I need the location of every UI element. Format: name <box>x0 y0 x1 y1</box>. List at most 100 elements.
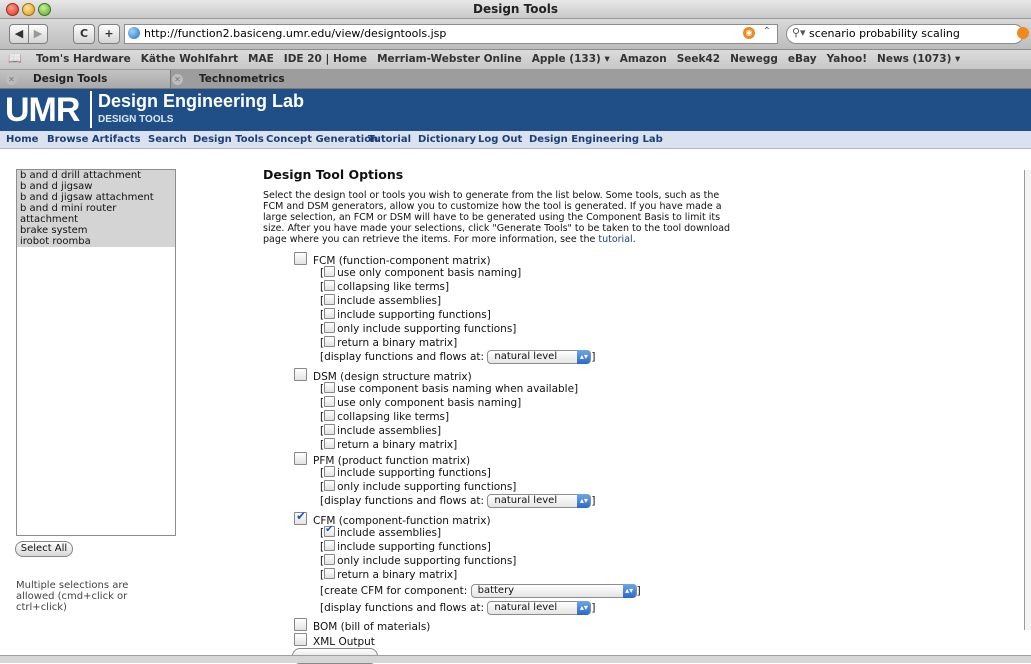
artifact-option[interactable]: b and d drill attachment <box>17 170 175 181</box>
dsm-option-label: use only component basis naming <box>337 397 518 409</box>
fcm-option-label: return a binary matrix <box>337 337 454 349</box>
dsm-option-checkbox[interactable] <box>324 424 336 435</box>
bookmark-item[interactable]: Seek42 <box>677 53 720 65</box>
bookmark-item[interactable]: Yahoo! <box>827 53 867 65</box>
forward-button[interactable]: ▶ <box>28 24 48 44</box>
pfm-checkbox[interactable] <box>294 452 307 465</box>
cfm-option-checkbox[interactable] <box>324 540 336 551</box>
nav-browse-artifacts[interactable]: Browse Artifacts <box>47 134 141 145</box>
tutorial-link[interactable]: tutorial <box>598 234 632 245</box>
nav-home[interactable]: Home <box>6 134 38 145</box>
intro-text: Select the design tool or tools you wish… <box>263 190 731 245</box>
snapback-icon[interactable] <box>1017 27 1029 39</box>
cfm-option-label: include supporting functions <box>337 541 487 553</box>
cfm-option: [return a binary matrix] <box>320 568 458 581</box>
bookmark-item[interactable]: Amazon <box>620 53 667 65</box>
url-dropdown-icon[interactable]: ⌃ <box>763 26 771 37</box>
fcm-option: [include assemblies] <box>320 294 442 307</box>
dsm-option-label: return a binary matrix <box>337 439 454 451</box>
cfm-display-select[interactable]: natural level ▴▾ <box>487 601 592 615</box>
dsm-option-checkbox[interactable] <box>324 438 336 449</box>
artifact-select-list[interactable]: b and d drill attachment b and d jigsaw … <box>16 169 176 536</box>
fcm-checkbox[interactable] <box>294 252 307 265</box>
artifact-option[interactable]: brake system <box>17 225 175 236</box>
cfm-option-label: include assemblies <box>337 527 437 539</box>
back-button[interactable]: ◀ <box>9 24 29 44</box>
fcm-option-checkbox[interactable] <box>324 280 336 291</box>
bookmark-item[interactable]: Merriam-Webster Online <box>377 53 522 65</box>
fcm-option-checkbox[interactable] <box>324 308 336 319</box>
artifact-option[interactable]: irobot roomba <box>17 236 175 247</box>
cfm-option-checkbox[interactable] <box>324 554 336 565</box>
tab-design-tools[interactable]: ✕ Design Tools <box>0 70 171 88</box>
bookmark-item[interactable]: MAE <box>248 53 274 65</box>
vertical-scrollbar[interactable] <box>1024 170 1031 630</box>
bookmark-item[interactable]: eBay <box>788 53 817 65</box>
pfm-option-checkbox[interactable] <box>324 480 336 491</box>
close-tab-icon[interactable]: ✕ <box>172 73 183 85</box>
pfm-display-row: [display functions and flows at: natural… <box>320 494 596 508</box>
pfm-option-checkbox[interactable] <box>324 466 336 477</box>
bookmark-item[interactable]: IDE 20 | Home <box>284 53 367 65</box>
search-input[interactable]: scenario probability scaling <box>809 27 960 40</box>
url-text[interactable]: http://function2.basiceng.umr.edu/view/d… <box>144 27 446 40</box>
dsm-option-label: use component basis naming when availabl… <box>337 383 575 395</box>
address-bar[interactable]: http://function2.basiceng.umr.edu/view/d… <box>124 24 778 44</box>
add-bookmark-button[interactable]: + <box>98 24 120 44</box>
intro-paragraph: Select the design tool or tools you wish… <box>263 190 731 245</box>
fcm-option-checkbox[interactable] <box>324 266 336 277</box>
umr-logo[interactable]: UMR <box>5 91 80 130</box>
fcm-option-label: include assemblies <box>337 295 437 307</box>
artifact-option[interactable]: b and d jigsaw <box>17 181 175 192</box>
bookmark-item[interactable]: Käthe Wohlfahrt <box>141 53 238 65</box>
window-title-bar: Design Tools <box>0 0 1031 19</box>
bookmark-item[interactable]: News (1073) ▾ <box>877 53 960 65</box>
pfm-display-select[interactable]: natural level ▴▾ <box>487 494 592 508</box>
cfm-option-checkbox[interactable] <box>324 524 336 537</box>
fcm-option-checkbox[interactable] <box>324 322 336 333</box>
pfm-option: [only include supporting functions] <box>320 480 517 493</box>
bom-checkbox[interactable] <box>294 618 307 631</box>
nav-tutorial[interactable]: Tutorial <box>368 134 411 145</box>
search-field[interactable]: ⚲▾ scenario probability scaling <box>786 24 1024 44</box>
bookmarks-book-icon[interactable]: 📖 <box>8 52 22 65</box>
cfm-checkbox[interactable] <box>294 510 307 525</box>
tab-technometrics[interactable]: ✕ Technometrics <box>166 70 512 88</box>
artifact-option[interactable]: b and d mini router attachment <box>17 203 175 225</box>
cfm-component-select[interactable]: battery ▴▾ <box>470 584 637 598</box>
multi-select-note: Multiple selections are allowed (cmd+cli… <box>16 580 129 613</box>
nav-dictionary[interactable]: Dictionary <box>418 134 476 145</box>
bookmark-item[interactable]: Apple (133) ▾ <box>532 53 610 65</box>
nav-search[interactable]: Search <box>148 134 187 145</box>
nav-design-engineering-lab[interactable]: Design Engineering Lab <box>529 134 663 145</box>
dsm-option-checkbox[interactable] <box>324 410 336 421</box>
bookmark-item[interactable]: Newegg <box>730 53 778 65</box>
bom-label: BOM (bill of materials) <box>313 621 431 633</box>
cfm-component-label: [create CFM for component: <box>320 585 468 597</box>
xml-checkbox[interactable] <box>294 633 307 646</box>
fcm-option: [collapsing like terms] <box>320 280 450 293</box>
nav-design-tools[interactable]: Design Tools <box>193 134 264 145</box>
dsm-option-label: collapsing like terms <box>337 411 446 423</box>
bom-row: BOM (bill of materials) <box>294 618 430 633</box>
dsm-option-checkbox[interactable] <box>324 396 336 407</box>
nav-concept-generation[interactable]: Concept Generation <box>266 134 378 145</box>
bookmarks-bar: 📖 Tom's Hardware Käthe Wohlfahrt MAE IDE 20… <box>0 50 1031 70</box>
cfm-option: [include assemblies] <box>320 524 441 539</box>
fcm-option-checkbox[interactable] <box>324 336 336 347</box>
fcm-display-select[interactable]: natural level ▴▾ <box>487 350 592 364</box>
dsm-checkbox[interactable] <box>294 368 307 381</box>
nav-log-out[interactable]: Log Out <box>478 134 522 145</box>
reload-button[interactable]: C <box>73 24 95 44</box>
dsm-option-checkbox[interactable] <box>324 382 336 393</box>
close-tab-icon[interactable]: ✕ <box>6 73 17 85</box>
search-icon[interactable]: ⚲▾ <box>792 26 806 39</box>
fcm-option-checkbox[interactable] <box>324 294 336 305</box>
bookmark-item[interactable]: Tom's Hardware <box>36 53 131 65</box>
cfm-option-checkbox[interactable] <box>324 568 336 579</box>
rss-icon[interactable]: ◉ <box>743 27 755 39</box>
cfm-option-label: return a binary matrix <box>337 569 454 581</box>
select-all-button[interactable]: Select All <box>15 541 73 557</box>
fcm-option: [use only component basis naming] <box>320 266 522 279</box>
artifact-option[interactable]: b and d jigsaw attachment <box>17 192 175 203</box>
